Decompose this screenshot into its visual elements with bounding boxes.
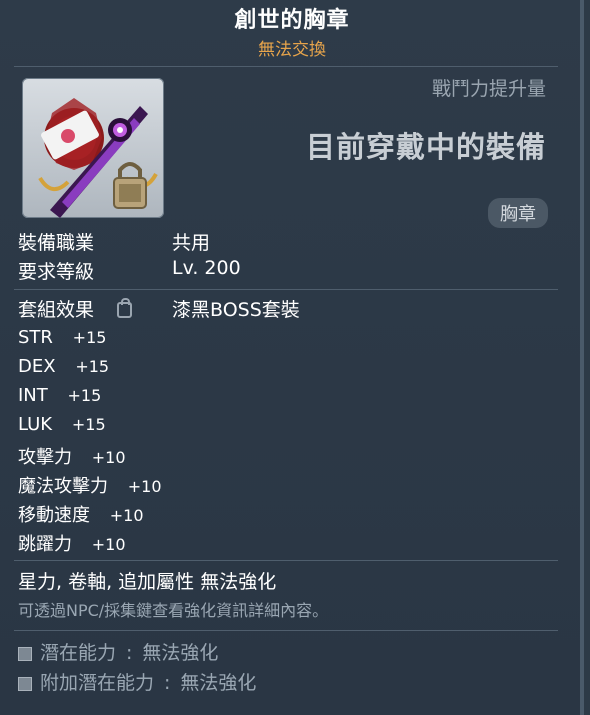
job-value: 共用 (172, 232, 211, 254)
stat-row: LUK +15 (18, 414, 106, 435)
potential-label: 潛在能力 (40, 642, 117, 664)
stat-name: 跳躍力 (18, 534, 72, 555)
stat-value: +15 (75, 357, 110, 376)
bonus-potential-bullet-icon (18, 676, 32, 691)
divider (14, 630, 558, 631)
stat-value: +15 (72, 328, 107, 347)
potential-bullet-icon (18, 646, 32, 661)
stat-value: +10 (91, 535, 126, 554)
bonus-potential-row: 附加潛在能力: 無法強化 (18, 668, 256, 695)
level-label: 要求等級 (18, 261, 95, 283)
stat-name: 移動速度 (18, 505, 90, 526)
category-badge: 胸章 (488, 198, 548, 228)
bonus-potential-value: 無法強化 (180, 672, 257, 694)
stat-value: +10 (109, 506, 144, 525)
enhance-hint: 可透過NPC/採集鍵查看強化資訊詳細內容。 (18, 601, 329, 620)
divider (14, 560, 558, 561)
stat-name: DEX (18, 356, 56, 377)
stat-row: 魔法攻擊力 +10 (18, 472, 162, 498)
stat-value: +10 (91, 448, 126, 467)
stat-value: +15 (71, 415, 106, 434)
level-value: Lv. 200 (172, 257, 241, 279)
item-tooltip: 創世的胸章 無法交換 戰鬥力提升量 目前穿戴中的裝備 胸章 裝備職業 共用 要求… (0, 0, 584, 715)
trade-status: 無法交換 (258, 40, 326, 60)
stat-value: +15 (67, 386, 102, 405)
bonus-potential-separator: : (164, 672, 171, 694)
stat-name: LUK (18, 414, 53, 435)
stat-row: 跳躍力 +10 (18, 530, 126, 556)
stat-name: INT (18, 385, 48, 406)
equipped-status: 目前穿戴中的裝備 (305, 130, 546, 164)
item-icon-frame (22, 78, 164, 218)
stat-row: INT +15 (18, 385, 101, 406)
item-name: 創世的胸章 (234, 8, 350, 33)
stat-value: +10 (127, 477, 162, 496)
stat-name: 魔法攻擊力 (18, 476, 108, 497)
job-label: 裝備職業 (18, 232, 95, 254)
potential-row: 潛在能力: 無法強化 (18, 638, 218, 665)
stat-row: DEX +15 (18, 356, 109, 377)
combat-power-label: 戰鬥力提升量 (431, 78, 546, 100)
potential-value: 無法強化 (142, 642, 219, 664)
set-label: 套組效果 (18, 299, 95, 321)
stat-row: 攻擊力 +10 (18, 443, 126, 469)
stat-row: 移動速度 +10 (18, 501, 144, 527)
enhance-restriction: 星力, 卷軸, 追加屬性 無法強化 (18, 571, 277, 593)
emblem-icon (38, 98, 158, 218)
set-value: 漆黑BOSS套裝 (172, 299, 300, 321)
bonus-potential-label: 附加潛在能力 (40, 672, 155, 694)
divider (14, 66, 558, 67)
stat-name: STR (18, 327, 53, 348)
set-lock-icon (117, 298, 132, 318)
potential-separator: : (126, 642, 133, 664)
divider (14, 289, 558, 290)
stat-name: 攻擊力 (18, 447, 72, 468)
stat-row: STR +15 (18, 327, 106, 348)
